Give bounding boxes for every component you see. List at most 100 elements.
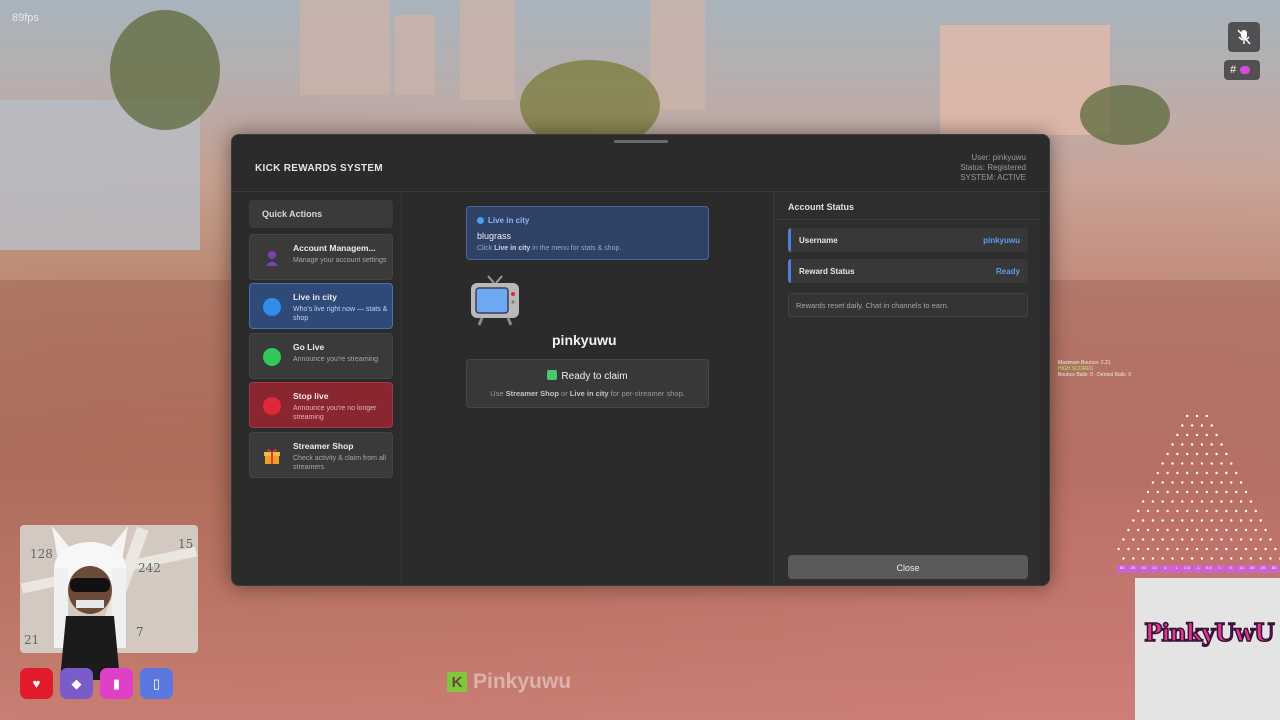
fps-counter: 89fps xyxy=(12,12,39,24)
plinko-peg xyxy=(1186,471,1189,475)
plinko-peg xyxy=(1176,528,1179,532)
plinko-peg xyxy=(1186,452,1189,456)
live-dot-icon xyxy=(477,217,484,224)
plinko-peg xyxy=(1244,490,1248,494)
go-live-button[interactable]: Go Live Announce you're streaming xyxy=(249,333,393,379)
pinkyuwu-logo: PinkyUwU xyxy=(1143,617,1275,648)
plinko-peg xyxy=(1186,509,1189,513)
plinko-peg xyxy=(1220,443,1223,446)
plinko-peg xyxy=(1176,471,1179,475)
plinko-peg xyxy=(1186,414,1189,418)
plinko-peg xyxy=(1195,433,1199,437)
plinko-peg xyxy=(1249,557,1253,560)
plinko-peg xyxy=(1205,452,1208,456)
plinko-peg xyxy=(1220,462,1223,465)
plinko-peg xyxy=(1230,481,1233,484)
plinko-peg xyxy=(1205,471,1208,475)
row-value: Ready xyxy=(995,267,1020,276)
plinko-slots: 50 25 20 10 5 1 0.5 -1 0.5 1 5 10 20 25 50 xyxy=(1117,565,1279,573)
plinko-peg xyxy=(1239,557,1243,560)
plinko-peg xyxy=(1249,500,1253,503)
stop-live-button[interactable]: Stop live Announce you're no longer stre… xyxy=(249,382,393,428)
streamer-shop-button[interactable]: Streamer Shop Check activity & claim fro… xyxy=(249,432,393,478)
plinko-peg xyxy=(1205,509,1208,513)
plinko-peg xyxy=(1195,490,1199,494)
reward-status-row: Reward Status Ready xyxy=(788,259,1028,283)
plinko-peg xyxy=(1195,509,1199,513)
live-in-city-card[interactable]: Live in city blugrass Click Live in city… xyxy=(466,206,709,260)
plinko-peg xyxy=(1166,528,1169,532)
user-info: User: pinkyuwu Status: Registered SYSTEM… xyxy=(960,153,1026,183)
action-title: Stop live xyxy=(293,391,329,401)
plinko-peg xyxy=(1205,490,1208,494)
plinko-slot: 25 xyxy=(1127,565,1138,573)
plinko-peg xyxy=(1235,490,1238,494)
plinko-peg xyxy=(1215,452,1218,456)
plinko-peg xyxy=(1166,509,1169,513)
quick-actions-column: Quick Actions Account Managem... Manage … xyxy=(242,192,402,585)
plinko-peg xyxy=(1141,538,1145,541)
plinko-peg xyxy=(1151,557,1155,560)
plinko-peg xyxy=(1215,509,1218,513)
plinko-peg xyxy=(1137,528,1140,532)
live-in-city-button[interactable]: Live in city Who's live right now — stat… xyxy=(249,283,393,329)
plinko-peg xyxy=(1195,547,1199,551)
plinko-peg xyxy=(1254,547,1257,551)
plinko-peg xyxy=(1200,557,1204,560)
plinko-peg xyxy=(1259,538,1262,541)
plinko-peg xyxy=(1215,528,1218,532)
plinko-peg xyxy=(1254,528,1257,532)
background-building xyxy=(460,0,515,100)
username-row: Username pinkyuwu xyxy=(788,228,1028,252)
plinko-peg xyxy=(1181,557,1184,560)
plinko-peg xyxy=(1235,471,1238,475)
map-label: 21 xyxy=(24,633,40,647)
plinko-peg xyxy=(1215,547,1218,551)
plinko-peg xyxy=(1146,509,1150,513)
red-circle-icon xyxy=(263,397,281,415)
plinko-peg xyxy=(1181,538,1184,541)
kick-logo-icon: K xyxy=(447,672,467,692)
logo-panel xyxy=(1135,578,1280,720)
plinko-peg xyxy=(1181,462,1184,465)
hunger-icon: ▮ xyxy=(100,668,133,699)
live-label: Live in city xyxy=(477,216,529,225)
plinko-slot: 0.5 xyxy=(1203,565,1214,573)
plinko-peg xyxy=(1146,528,1150,532)
plinko-peg xyxy=(1190,500,1194,503)
account-management-button[interactable]: Account Managem... Manage your account s… xyxy=(249,234,393,280)
plinko-peg xyxy=(1249,538,1253,541)
account-status-heading: Account Status xyxy=(774,192,1040,220)
blue-circle-icon xyxy=(263,298,281,316)
map-label: 15 xyxy=(178,537,194,551)
plinko-peg xyxy=(1151,538,1155,541)
plinko-peg xyxy=(1269,557,1272,560)
claim-card[interactable]: Ready to claim Use Streamer Shop or Live… xyxy=(466,359,709,408)
action-title: Go Live xyxy=(293,342,325,352)
rewards-note: Rewards reset daily. Chat in channels to… xyxy=(788,293,1028,317)
person-icon xyxy=(263,249,281,267)
plinko-peg xyxy=(1220,481,1223,484)
plinko-peg xyxy=(1205,547,1208,551)
plinko-peg xyxy=(1230,538,1233,541)
plinko-peg xyxy=(1210,538,1213,541)
plinko-peg xyxy=(1239,500,1243,503)
plinko-peg xyxy=(1225,528,1228,532)
mic-muted-icon[interactable] xyxy=(1228,22,1260,52)
plinko-peg xyxy=(1259,557,1262,560)
plinko-peg xyxy=(1225,547,1228,551)
panel-header: KICK REWARDS SYSTEM User: pinkyuwu Statu… xyxy=(232,135,1049,192)
background-tree xyxy=(1080,85,1170,145)
plinko-peg xyxy=(1230,462,1233,465)
plinko-peg xyxy=(1161,519,1164,522)
mic-icon xyxy=(1237,29,1251,45)
plinko-peg xyxy=(1239,519,1243,522)
plinko-peg xyxy=(1166,471,1169,475)
plinko-peg xyxy=(1264,528,1267,532)
gift-icon xyxy=(263,447,281,465)
plinko-peg xyxy=(1186,490,1189,494)
plinko-peg xyxy=(1230,557,1233,560)
plinko-peg xyxy=(1171,519,1174,522)
plinko-peg xyxy=(1215,471,1218,475)
close-button[interactable]: Close xyxy=(788,555,1028,579)
